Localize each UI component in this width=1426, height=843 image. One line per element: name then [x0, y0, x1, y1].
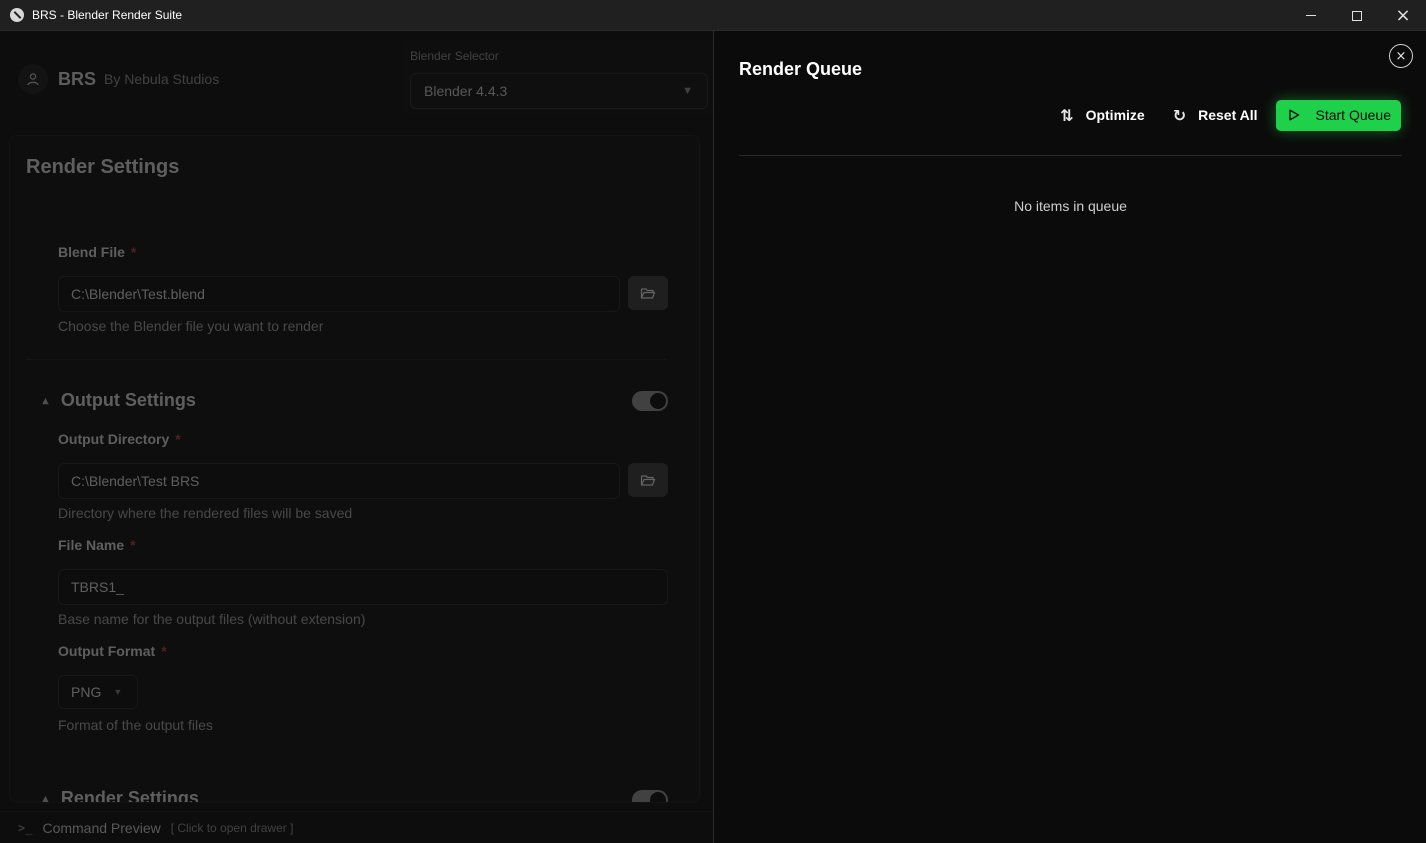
optimize-label: Optimize: [1085, 107, 1145, 123]
file-name-label: File Name *: [58, 537, 136, 553]
avatar[interactable]: [18, 64, 48, 94]
main-app-area: BRS By Nebula Studios Blender Selector B…: [0, 31, 713, 843]
queue-actions: ⇅ Optimize ↻ Reset All Start Queue: [1050, 99, 1401, 131]
reset-all-label: Reset All: [1198, 107, 1258, 123]
command-preview-label: Command Preview: [42, 819, 161, 836]
render-settings-toggle[interactable]: [632, 790, 668, 802]
folder-open-icon: [640, 288, 656, 299]
section-divider: [26, 359, 666, 360]
output-directory-label-text: Output Directory: [58, 431, 170, 447]
required-mark: *: [130, 537, 136, 553]
brand-subtitle: By Nebula Studios: [104, 71, 220, 87]
minimize-button[interactable]: [1288, 0, 1334, 31]
output-format-value: PNG: [71, 684, 102, 700]
output-format-label-text: Output Format: [58, 643, 156, 659]
file-name-label-text: File Name: [58, 537, 125, 553]
chevron-down-icon: ▼: [113, 687, 123, 697]
maximize-button[interactable]: [1334, 0, 1380, 31]
blend-file-label: Blend File *: [58, 244, 136, 260]
chevron-down-icon: ▼: [682, 85, 693, 97]
blend-file-value: C:\Blender\Test.blend: [71, 286, 205, 302]
close-window-button[interactable]: ×: [1380, 0, 1426, 31]
folder-open-icon: [640, 475, 656, 486]
required-mark: *: [130, 244, 137, 260]
user-icon: [27, 73, 39, 86]
panel-title: Render Settings: [26, 156, 180, 178]
required-mark: *: [175, 431, 181, 447]
render-queue-title: Render Queue: [739, 59, 863, 79]
blend-file-help: Choose the Blender file you want to rend…: [58, 318, 324, 334]
output-directory-label: Output Directory *: [58, 431, 181, 447]
brand-name: BRS: [58, 68, 97, 89]
blend-file-input[interactable]: C:\Blender\Test.blend: [58, 276, 620, 312]
blend-file-label-text: Blend File: [58, 244, 125, 260]
output-settings-toggle[interactable]: [632, 391, 668, 411]
required-mark: *: [161, 643, 167, 659]
start-queue-label: Start Queue: [1315, 107, 1392, 123]
window-title: BRS - Blender Render Suite: [32, 8, 183, 22]
sort-arrows-icon: ⇅: [1060, 105, 1074, 125]
close-drawer-button[interactable]: ×: [1389, 44, 1413, 68]
reset-icon: ↻: [1172, 105, 1187, 125]
close-icon: ×: [1395, 4, 1411, 26]
output-directory-input[interactable]: C:\Blender\Test BRS: [58, 463, 620, 499]
browse-output-directory-button[interactable]: [628, 463, 668, 497]
render-settings-panel: Render Settings Blend File * C:\Blender\T…: [9, 135, 700, 803]
render-queue-drawer: × Render Queue ⇅ Optimize ↻ Reset All St…: [713, 31, 1426, 843]
queue-divider: [739, 155, 1402, 156]
play-icon: [1288, 109, 1299, 121]
app-logo-icon: [10, 8, 24, 22]
file-name-value: TBRS1_: [71, 579, 124, 595]
brand-header: BRS By Nebula Studios: [18, 64, 219, 94]
output-settings-title: Output Settings: [60, 390, 196, 410]
start-queue-button[interactable]: Start Queue: [1275, 99, 1401, 131]
output-directory-value: C:\Blender\Test BRS: [71, 473, 200, 489]
output-settings-header[interactable]: ▼ Output Settings: [40, 390, 196, 411]
minimize-icon: [1306, 15, 1316, 16]
output-format-help: Format of the output files: [58, 717, 213, 733]
file-name-help: Base name for the output files (without …: [58, 611, 366, 627]
browse-blend-file-button[interactable]: [628, 276, 668, 310]
blender-selector-label: Blender Selector: [410, 49, 499, 63]
render-settings-section-header[interactable]: ▼ Render Settings: [40, 788, 199, 803]
chevron-up-icon: ▼: [40, 792, 51, 803]
optimize-button[interactable]: ⇅ Optimize: [1050, 99, 1155, 131]
close-icon: ×: [1395, 48, 1407, 64]
maximize-icon: [1352, 10, 1362, 21]
command-preview-bar[interactable]: >_ Command Preview [ Click to open drawe…: [0, 811, 713, 843]
title-bar: BRS - Blender Render Suite ×: [0, 0, 1426, 31]
render-settings-section-title: Render Settings: [60, 788, 199, 803]
output-format-label: Output Format *: [58, 643, 167, 659]
blender-selector: Blender Selector Blender 4.4.3 ▼: [402, 39, 713, 115]
blender-version-value: Blender 4.4.3: [424, 83, 508, 99]
terminal-icon: >_: [18, 820, 33, 835]
blender-version-select[interactable]: Blender 4.4.3 ▼: [410, 73, 708, 109]
empty-queue-message: No items in queue: [1014, 198, 1127, 214]
file-name-input[interactable]: TBRS1_: [58, 569, 668, 605]
chevron-up-icon: ▼: [40, 394, 51, 407]
command-preview-hint: [ Click to open drawer ]: [170, 820, 294, 835]
output-format-select[interactable]: PNG ▼: [58, 675, 138, 709]
output-directory-help: Directory where the rendered files will …: [58, 505, 353, 521]
reset-all-button[interactable]: ↻ Reset All: [1163, 99, 1268, 131]
window-controls: ×: [1288, 0, 1426, 31]
